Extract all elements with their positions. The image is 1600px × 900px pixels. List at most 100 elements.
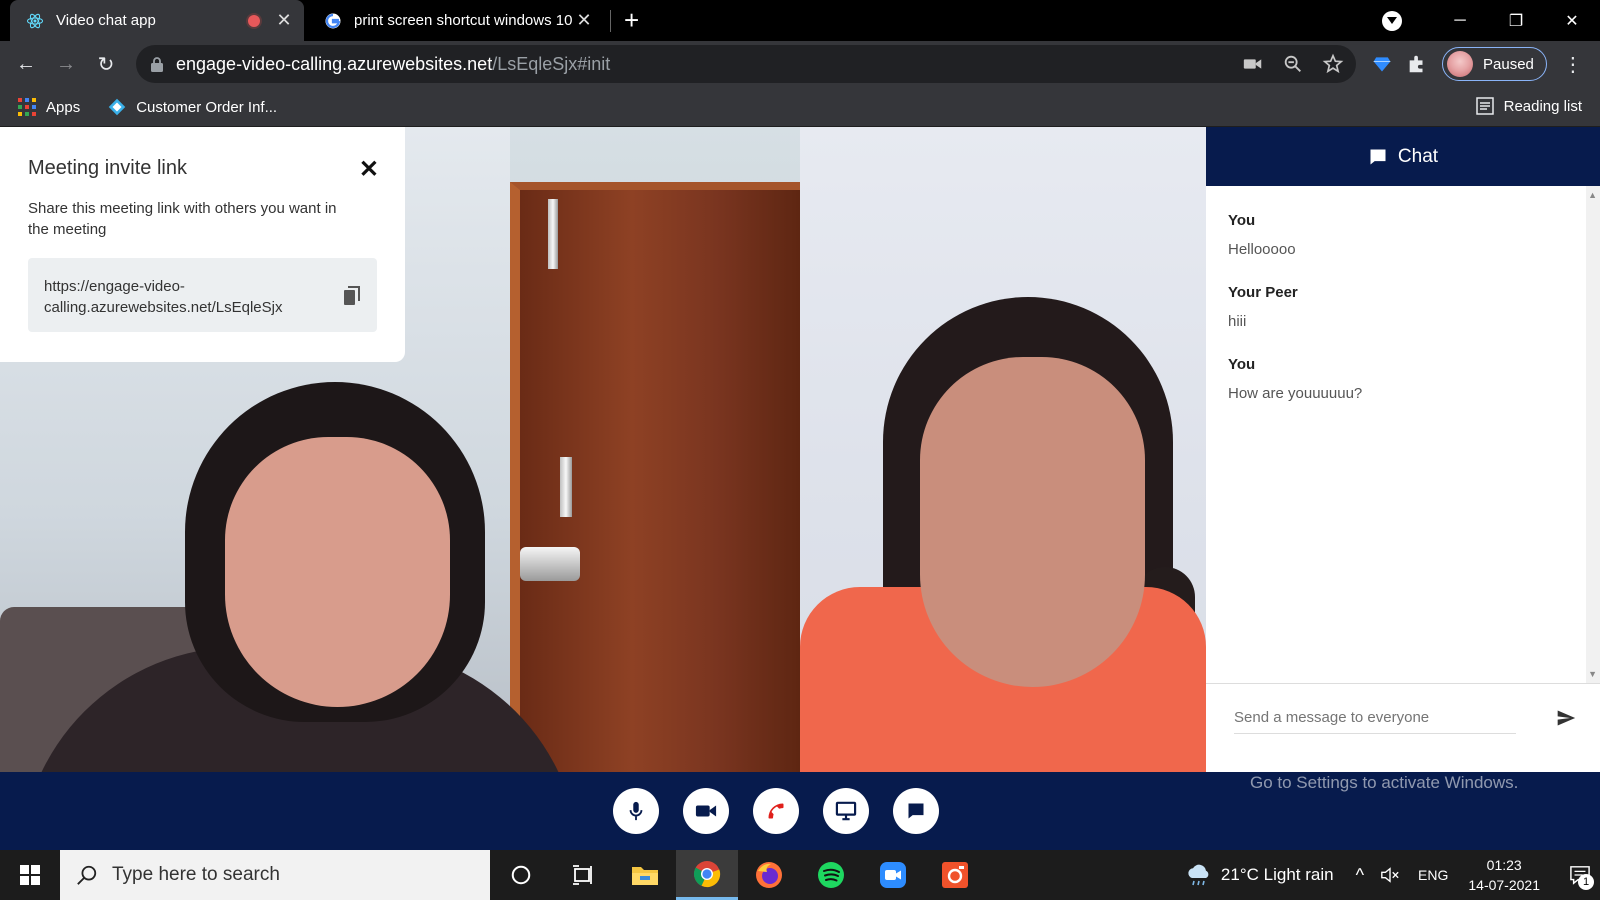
message-sender: You xyxy=(1228,356,1256,373)
tab-print-screen-search[interactable]: print screen shortcut windows 10 ✕ xyxy=(318,0,604,41)
video-door-bolt xyxy=(548,199,558,269)
video-camera-icon xyxy=(695,805,717,817)
url-path: /LsEqleSjx#init xyxy=(492,53,611,74)
copy-icon[interactable] xyxy=(343,286,361,306)
restore-icon[interactable]: ❐ xyxy=(1488,11,1544,31)
chat-message: You Hellooooo xyxy=(1228,212,1564,258)
rain-cloud-icon xyxy=(1188,864,1209,886)
activate-windows-watermark: Activate Windows Go to Settings to activ… xyxy=(1250,739,1518,793)
chat-header: Chat xyxy=(1206,127,1600,186)
taskbar-screen-recorder[interactable] xyxy=(924,850,986,900)
bookmark-star-icon[interactable] xyxy=(1322,53,1344,75)
invite-link-box: https://engage-video-calling.azurewebsit… xyxy=(28,258,377,332)
scroll-down-arrow-icon[interactable]: ▼ xyxy=(1588,669,1597,679)
invite-description: Share this meeting link with others you … xyxy=(28,200,337,238)
camera-app-icon xyxy=(942,862,968,888)
weather-widget[interactable]: 21°C Light rain xyxy=(1185,863,1334,887)
window-controls: ─ ❐ ✕ xyxy=(1382,0,1600,41)
chat-title: Chat xyxy=(1397,145,1439,167)
scroll-up-arrow-icon[interactable]: ▲ xyxy=(1588,190,1597,200)
taskbar-zoom[interactable] xyxy=(862,850,924,900)
video-door-handle xyxy=(520,547,580,581)
address-bar[interactable]: engage-video-calling.azurewebsites.net/L… xyxy=(136,45,1356,83)
message-text: Hellooooo xyxy=(1228,241,1296,258)
bookmark-customer-order[interactable]: Customer Order Inf... xyxy=(108,98,277,116)
chat-bubble-icon xyxy=(1370,149,1386,164)
clock-date: 14-07-2021 xyxy=(1468,877,1540,893)
taskbar-firefox[interactable] xyxy=(738,850,800,900)
apps-grid-icon xyxy=(18,98,36,116)
back-icon[interactable]: ← xyxy=(6,45,46,85)
gem-extension-icon[interactable] xyxy=(1372,54,1392,74)
video-door-latch xyxy=(560,457,572,517)
omnibox-actions xyxy=(1242,53,1344,75)
firefox-logo-icon xyxy=(756,862,782,888)
close-window-icon[interactable]: ✕ xyxy=(1544,11,1600,31)
browser-toolbar: ← → ↻ engage-video-calling.azurewebsites… xyxy=(0,41,1600,88)
camera-button[interactable] xyxy=(683,788,729,834)
video-person-face xyxy=(225,437,450,707)
chat-messages[interactable]: You Hellooooo Your Peer hiii You How are… xyxy=(1206,186,1600,683)
spotify-logo-icon xyxy=(818,862,844,888)
profile-button[interactable]: Paused xyxy=(1442,47,1547,81)
local-video-feed: Meeting invite link ✕ Share this meeting… xyxy=(0,127,800,772)
zoom-icon[interactable] xyxy=(1282,53,1304,75)
message-sender: You xyxy=(1228,212,1256,229)
search-placeholder: Type here to search xyxy=(112,864,280,885)
reload-icon[interactable]: ↻ xyxy=(86,45,126,85)
reading-list-label: Reading list xyxy=(1503,97,1582,115)
windows-logo-icon xyxy=(20,865,40,885)
cortana-circle-icon xyxy=(511,865,531,885)
diamond-logo-icon xyxy=(108,98,126,116)
camera-in-use-icon[interactable] xyxy=(1242,53,1264,75)
notification-badge: 1 xyxy=(1578,874,1594,890)
forward-icon[interactable]: → xyxy=(46,45,86,85)
send-icon[interactable] xyxy=(1556,708,1576,728)
chat-panel: Chat You Hellooooo Your Peer hiii You Ho… xyxy=(1206,127,1600,772)
clock-time: 01:23 xyxy=(1486,857,1522,873)
start-button[interactable] xyxy=(0,850,60,900)
weather-text: 21°C Light rain xyxy=(1220,865,1334,884)
clock[interactable]: 01:23 14-07-2021 xyxy=(1468,855,1540,895)
tab-title: print screen shortcut windows 10 xyxy=(354,12,573,29)
taskbar-chrome[interactable] xyxy=(676,850,738,900)
taskbar-spotify[interactable] xyxy=(800,850,862,900)
action-center-button[interactable]: 1 xyxy=(1560,850,1600,900)
speaker-muted-icon[interactable] xyxy=(1380,866,1400,884)
taskbar-file-explorer[interactable] xyxy=(614,850,676,900)
avatar xyxy=(1447,51,1473,77)
more-menu-icon[interactable]: ⋮ xyxy=(1563,52,1583,77)
chevron-up-icon[interactable]: ^ xyxy=(1356,865,1364,886)
close-tab-icon[interactable]: ✕ xyxy=(574,10,594,31)
react-logo-icon xyxy=(26,12,44,30)
task-view-button[interactable] xyxy=(552,850,614,900)
cortana-button[interactable] xyxy=(490,850,552,900)
chat-message-input[interactable] xyxy=(1234,702,1516,734)
chat-toggle-button[interactable] xyxy=(893,788,939,834)
chrome-logo-icon xyxy=(693,860,721,887)
bookmark-apps[interactable]: Apps xyxy=(18,98,80,116)
invite-title: Meeting invite link xyxy=(28,157,187,179)
reading-list-button[interactable]: Reading list xyxy=(1475,97,1582,115)
zoom-logo-icon xyxy=(880,862,906,888)
tab-video-chat-app[interactable]: Video chat app ✕ xyxy=(10,0,304,41)
close-icon[interactable]: ✕ xyxy=(359,155,379,184)
minimize-icon[interactable]: ─ xyxy=(1432,12,1488,30)
browser-tab-bar: Video chat app ✕ print screen shortcut w… xyxy=(0,0,1600,41)
url-host: engage-video-calling.azurewebsites.net xyxy=(176,53,493,74)
extensions-puzzle-icon[interactable] xyxy=(1406,53,1428,75)
language-indicator[interactable]: ENG xyxy=(1418,867,1448,883)
screen-share-button[interactable] xyxy=(823,788,869,834)
lock-icon xyxy=(151,57,163,72)
chat-message: You How are youuuuuu? xyxy=(1228,356,1564,402)
chat-message: Your Peer hiii xyxy=(1228,284,1564,330)
end-call-button[interactable] xyxy=(753,788,799,834)
taskbar-search-box[interactable]: Type here to search xyxy=(60,850,490,900)
tab-search-icon[interactable] xyxy=(1382,10,1402,31)
message-sender: Your Peer xyxy=(1228,284,1298,301)
reading-list-icon xyxy=(1475,97,1494,115)
chat-bubble-icon xyxy=(908,803,924,819)
new-tab-icon[interactable]: + xyxy=(624,6,639,34)
close-tab-icon[interactable]: ✕ xyxy=(274,10,294,31)
microphone-button[interactable] xyxy=(613,788,659,834)
